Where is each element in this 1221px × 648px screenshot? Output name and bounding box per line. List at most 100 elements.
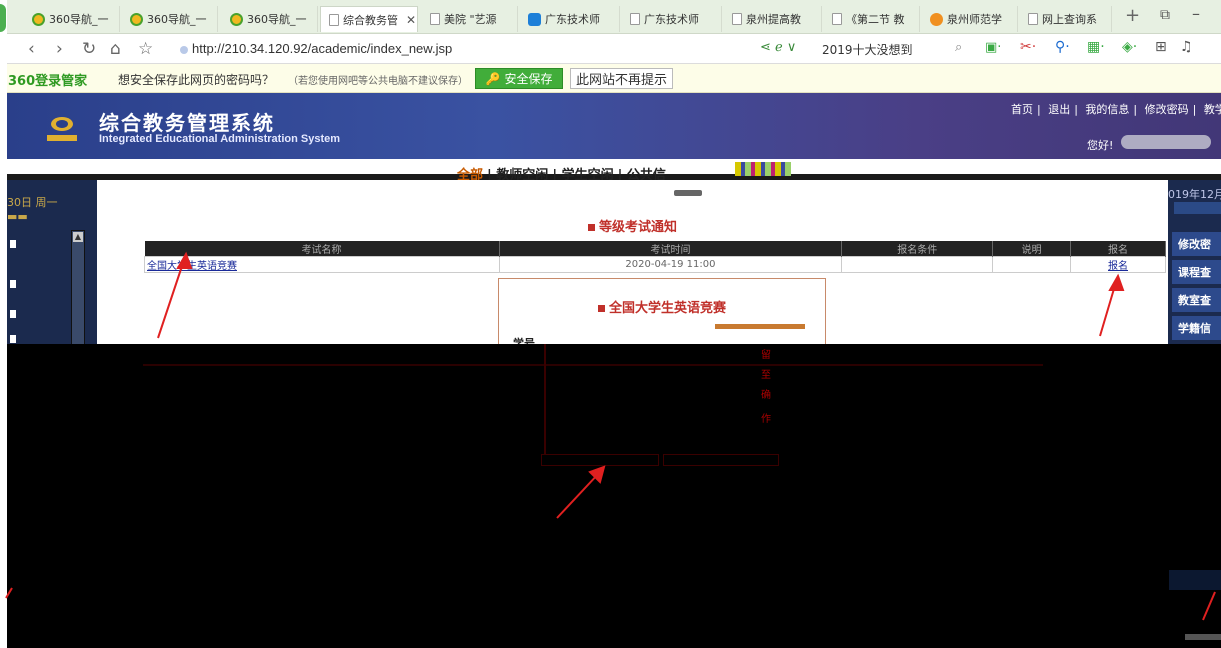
right-selected-item[interactable]: [1169, 570, 1221, 590]
app-header: 综合教务管理系统 Integrated Educational Administ…: [7, 93, 1221, 159]
360-logo-icon: [230, 12, 243, 26]
browser-tab[interactable]: 360导航_一: [24, 6, 120, 32]
tab-label: 广东技术师: [644, 13, 699, 26]
document-icon: [1028, 13, 1038, 25]
sidebar-item[interactable]: [10, 310, 16, 318]
right-btn-course-query[interactable]: 课程查: [1172, 260, 1221, 284]
side-char: 确: [761, 390, 771, 401]
document-icon: [832, 13, 842, 25]
minimize-icon[interactable]: –: [1192, 4, 1200, 23]
safe-save-label: 安全保存: [504, 72, 553, 86]
top-nav-change-password[interactable]: 修改密码: [1145, 103, 1189, 116]
safe-save-button[interactable]: 🔑 安全保存: [475, 68, 563, 89]
faint-row-line: [143, 364, 1043, 366]
register-link[interactable]: 报名: [1070, 256, 1166, 273]
reload-icon[interactable]: ↻: [82, 39, 96, 59]
find-icon[interactable]: ⚲·: [1055, 39, 1070, 55]
tab-label: 综合教务管: [343, 13, 398, 27]
face-icon: [930, 12, 943, 26]
tab-label: 泉州师范学: [947, 13, 1002, 26]
exam-condition: [841, 256, 994, 273]
sidebar-item[interactable]: [10, 240, 16, 248]
exam-name-link[interactable]: 全国大学生英语竞赛: [144, 256, 500, 273]
exam-section-title-text: 等级考试通知: [598, 220, 677, 235]
browser-tab[interactable]: 网上查询系: [1020, 6, 1112, 32]
render-artifact: [735, 162, 791, 176]
url-input[interactable]: http://210.34.120.92/academic/index_new.…: [192, 41, 452, 56]
scroll-up-icon[interactable]: ▲: [73, 232, 83, 242]
side-pill-icon[interactable]: [0, 4, 6, 32]
password-message: 想安全保存此网页的密码吗？: [118, 73, 275, 87]
col-exam-name: 考试名称: [144, 241, 500, 257]
registration-popup: 全国大学生英语竞赛 学号: [498, 278, 826, 350]
close-tab-icon[interactable]: ✕: [406, 13, 416, 27]
browser-tab[interactable]: 《第二节 教: [824, 6, 920, 32]
home-icon[interactable]: ⌂: [110, 39, 121, 59]
main-content: 等级考试通知 考试名称 考试时间 报名条件 说明 报名 全国大学生英语竞赛 20…: [97, 180, 1168, 350]
search-icon[interactable]: ⌕: [955, 40, 962, 55]
tab-label: 泉州提高教: [746, 13, 801, 26]
top-nav: 首页 | 退出 | 我的信息 | 修改密码 | 教学: [1007, 101, 1221, 117]
shield-icon: [528, 12, 541, 26]
exam-note: [992, 256, 1072, 273]
scissors-icon[interactable]: ✂·: [1020, 39, 1036, 55]
popup-cancel-button[interactable]: [663, 454, 779, 466]
screenshot-root: 360导航_一 360导航_一 360导航_一 综合教务管 ✕ 美院 "艺源 广东…: [0, 0, 1221, 648]
top-nav-logout[interactable]: 退出: [1048, 103, 1070, 116]
browser-tab[interactable]: 广东技术师: [622, 6, 722, 32]
col-note: 说明: [992, 241, 1072, 257]
school-logo: [47, 117, 77, 141]
document-icon: [329, 13, 339, 26]
browser-tab[interactable]: 360导航_一: [122, 6, 218, 32]
star-icon[interactable]: ☆: [138, 39, 153, 59]
username-redacted: [1121, 135, 1211, 149]
popup-bar: [715, 324, 805, 329]
popup-title: 全国大学生英语竞赛: [499, 297, 825, 316]
sidebar-item[interactable]: [10, 280, 16, 288]
search-input[interactable]: 2019十大没想到: [822, 41, 913, 58]
col-exam-time: 考试时间: [499, 241, 843, 257]
screenshot-icon[interactable]: ▦·: [1087, 39, 1105, 55]
right-date: 019年12月: [1168, 188, 1221, 201]
top-nav-teaching[interactable]: 教学: [1204, 103, 1221, 116]
bottom-scrollbar[interactable]: [1185, 634, 1221, 640]
popup-confirm-button[interactable]: [541, 454, 659, 466]
table-row: 全国大学生英语竞赛 2020-04-19 11:00 报名: [144, 256, 1166, 273]
left-date-secondary: ▬▬: [7, 210, 28, 223]
collapse-handle[interactable]: [674, 190, 702, 196]
side-char: 至: [761, 370, 771, 381]
user-icon[interactable]: ♫: [1180, 39, 1193, 55]
tab-label: 《第二节 教: [846, 13, 905, 26]
browser-tab[interactable]: 360导航_一: [222, 6, 318, 32]
sidebar-item[interactable]: [10, 335, 16, 343]
360-logo-icon: [130, 12, 143, 26]
share-icon[interactable]: ⋖ ℯ ∨: [760, 40, 796, 55]
360-logo-icon: [32, 12, 45, 26]
top-nav-home[interactable]: 首页: [1011, 103, 1033, 116]
greeting: 您好!: [1087, 139, 1114, 152]
app-title: 综合教务管理系统: [99, 111, 275, 135]
restore-tab-icon[interactable]: ⧉: [1160, 7, 1170, 23]
back-icon[interactable]: ‹: [28, 39, 35, 59]
shield-icon[interactable]: ◈·: [1122, 39, 1137, 55]
exam-section-title: 等级考试通知: [97, 216, 1168, 235]
browser-tab[interactable]: 美院 "艺源: [422, 6, 518, 32]
browser-tab[interactable]: 泉州师范学: [922, 6, 1018, 32]
new-tab-icon[interactable]: +: [1125, 5, 1140, 26]
top-nav-my-info[interactable]: 我的信息: [1085, 103, 1129, 116]
apps-icon[interactable]: ⊞: [1155, 39, 1167, 55]
right-btn-classroom-query[interactable]: 教室查: [1172, 288, 1221, 312]
col-register: 报名: [1070, 241, 1166, 257]
forward-icon[interactable]: ›: [56, 39, 63, 59]
right-btn-change-password[interactable]: 修改密: [1172, 232, 1221, 256]
key-icon: 🔑: [485, 71, 501, 86]
right-btn-student-status[interactable]: 学籍信: [1172, 316, 1221, 340]
page-security-icon: [180, 46, 188, 54]
browser-tab[interactable]: 泉州提高教: [724, 6, 822, 32]
never-prompt-button[interactable]: 此网站不再提示: [570, 68, 673, 89]
browser-tab[interactable]: 广东技术师: [520, 6, 620, 32]
col-condition: 报名条件: [841, 241, 994, 257]
sidebar-scrollbar[interactable]: ▲: [71, 230, 85, 345]
browser-tab-active[interactable]: 综合教务管 ✕: [320, 6, 418, 32]
extension-icon[interactable]: ▣·: [985, 40, 1001, 55]
